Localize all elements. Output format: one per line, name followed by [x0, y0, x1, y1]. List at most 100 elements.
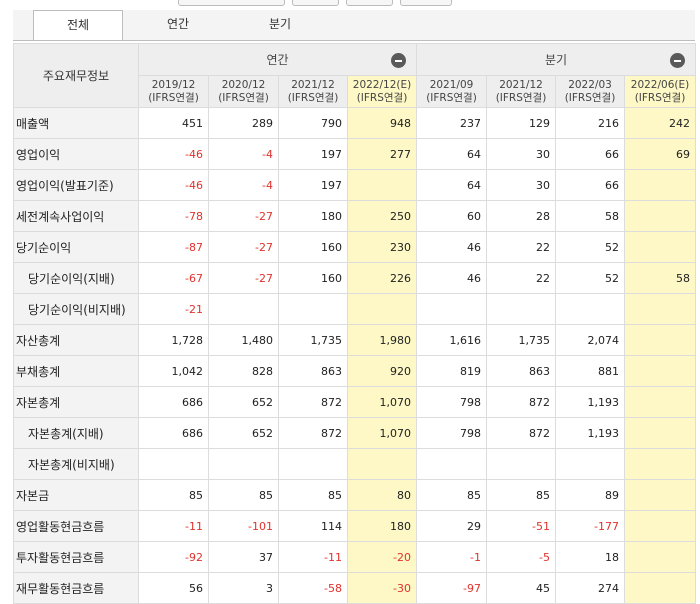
period-header: 2021/09 (IFRS연결)	[416, 75, 487, 108]
period-date: 2022/03	[568, 78, 612, 91]
table-cell: 85	[278, 479, 348, 511]
collapse-quarterly-icon[interactable]	[670, 53, 685, 68]
table-cell: 686	[138, 417, 209, 449]
table-cell	[624, 541, 696, 573]
table-cell	[347, 448, 417, 480]
table-cell: -87	[138, 231, 209, 263]
quarterly-group-label: 분기	[544, 53, 568, 67]
table-cell	[624, 479, 696, 511]
table-cell	[624, 293, 696, 325]
table-cell: 289	[208, 107, 279, 139]
table-cell: 197	[278, 169, 348, 201]
row-label: 자본금	[13, 479, 139, 511]
period-basis: (IFRS연결)	[564, 91, 616, 104]
table-cell: 948	[347, 107, 417, 139]
period-date: 2021/12	[291, 78, 335, 91]
period-date: 2021/09	[429, 78, 474, 91]
table-cell	[624, 572, 696, 604]
period-basis: (IFRS연결)	[148, 91, 199, 104]
quarterly-group-header: 분기	[416, 43, 696, 76]
table-row: 자본총계(비지배)	[13, 448, 696, 480]
table-cell: -51	[486, 510, 556, 542]
table-cell: 160	[278, 231, 348, 263]
table-cell	[624, 169, 696, 201]
table-row: 투자활동현금흐름 -92 37 -11 -20 -1 -5 18	[13, 541, 696, 573]
table-cell: 872	[278, 417, 348, 449]
table-row: 당기순이익(지배) -67 -27 160 226 46 22 52 58	[13, 262, 696, 294]
period-basis: (IFRS연결)	[426, 91, 477, 104]
table-cell: -1	[416, 541, 487, 573]
tab-divider	[13, 40, 695, 41]
table-cell: -27	[208, 200, 279, 232]
table-row: 세전계속사업이익 -78 -27 180 250 60 28 58	[13, 200, 696, 232]
tab-annual[interactable]: 연간	[133, 10, 223, 40]
table-cell	[278, 448, 348, 480]
table-cell	[208, 293, 279, 325]
table-cell: 58	[555, 200, 625, 232]
table-cell: 1,070	[347, 417, 417, 449]
table-row: 자본총계(지배) 686 652 872 1,070 798 872 1,193	[13, 417, 696, 449]
row-label: 당기순이익(비지배)	[13, 293, 139, 325]
table-cell: 1,616	[416, 324, 487, 356]
row-label: 영업이익	[13, 138, 139, 170]
row-label: 매출액	[13, 107, 139, 139]
table-cell: 1,042	[138, 355, 209, 387]
period-header: 2019/12 (IFRS연결)	[138, 75, 209, 108]
table-row: 당기순이익(비지배) -21	[13, 293, 696, 325]
table-row: 재무활동현금흐름 56 3 -58 -30 -97 45 274	[13, 572, 696, 604]
table-row: 영업이익 -46 -4 197 277 64 30 66 69	[13, 138, 696, 170]
tab-quarterly[interactable]: 분기	[235, 10, 325, 40]
table-cell: 250	[347, 200, 417, 232]
table-cell: 1,193	[555, 417, 625, 449]
period-basis: (IFRS연결)	[218, 91, 269, 104]
row-label: 투자활동현금흐름	[13, 541, 139, 573]
row-label: 자본총계	[13, 386, 139, 418]
table-cell: 686	[138, 386, 209, 418]
table-cell	[624, 510, 696, 542]
table-cell	[138, 448, 209, 480]
row-label: 재무활동현금흐름	[13, 572, 139, 604]
table-cell: 216	[555, 107, 625, 139]
table-cell: 277	[347, 138, 417, 170]
table-cell: 37	[208, 541, 279, 573]
tab-bar: 전체 연간 분기	[13, 10, 695, 41]
table-cell: 237	[416, 107, 487, 139]
period-date: 2020/12	[221, 78, 266, 91]
table-cell	[624, 448, 696, 480]
table-cell: -97	[416, 572, 487, 604]
period-header: 2022/06(E) (IFRS연결)	[624, 75, 696, 108]
corner-label: 주요재무정보	[42, 69, 110, 83]
top-toolbar-remnant	[0, 0, 700, 8]
table-cell: -11	[278, 541, 348, 573]
table-cell: 58	[624, 262, 696, 294]
table-cell: 22	[486, 231, 556, 263]
table-cell: 1,735	[278, 324, 348, 356]
table-cell: 46	[416, 262, 487, 294]
table-cell	[486, 293, 556, 325]
table-cell	[278, 293, 348, 325]
table-cell: -30	[347, 572, 417, 604]
table-cell: 64	[416, 169, 487, 201]
table-cell: 197	[278, 138, 348, 170]
table-cell: -177	[555, 510, 625, 542]
tab-all[interactable]: 전체	[33, 10, 123, 41]
period-date: 2019/12	[151, 78, 196, 91]
table-cell: 56	[138, 572, 209, 604]
table-body: 매출액 451 289 790 948 237 129 216 242 영업이익 -46 -4 197 2…	[13, 107, 696, 604]
table-cell: 3	[208, 572, 279, 604]
table-cell: 2,074	[555, 324, 625, 356]
period-header: 2022/12(E) (IFRS연결)	[347, 75, 417, 108]
period-date: 2022/12(E)	[352, 78, 412, 91]
table-cell: -11	[138, 510, 209, 542]
table-cell: 160	[278, 262, 348, 294]
table-cell: -101	[208, 510, 279, 542]
table-cell: 30	[486, 169, 556, 201]
table-cell	[416, 448, 487, 480]
period-basis: (IFRS연결)	[634, 91, 686, 104]
collapse-annual-icon[interactable]	[391, 53, 406, 68]
table-cell: -20	[347, 541, 417, 573]
table-cell	[624, 200, 696, 232]
table-cell	[486, 448, 556, 480]
table-cell: 45	[486, 572, 556, 604]
table-cell: 85	[486, 479, 556, 511]
